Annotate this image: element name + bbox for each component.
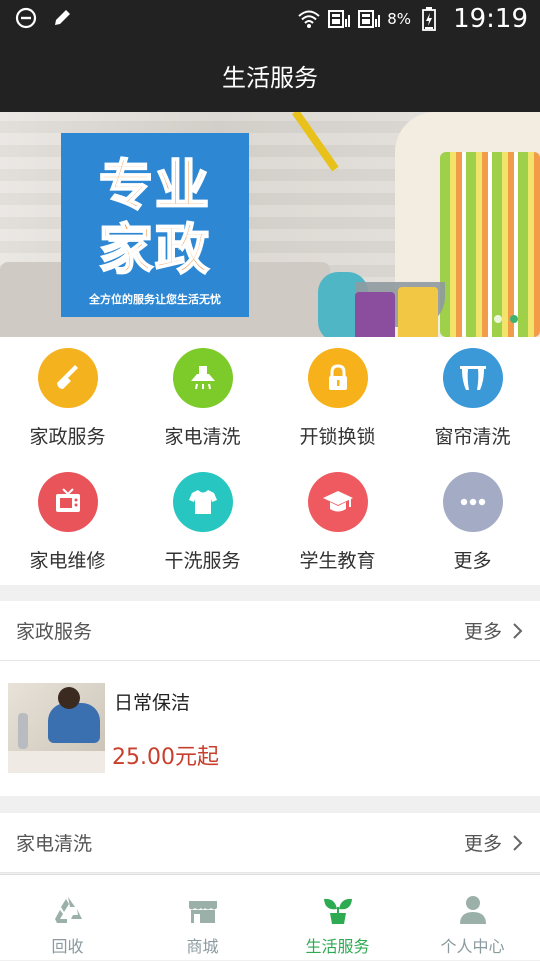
- banner-cloth-purple: [355, 292, 395, 337]
- tab-label: 商城: [186, 937, 219, 956]
- title-bar: 生活服务: [0, 38, 540, 112]
- promo-banner[interactable]: 专业 家政 全方位的服务让您生活无忧: [0, 112, 540, 337]
- battery-percent: 8%: [387, 10, 412, 28]
- banner-cloth-yellow: [398, 287, 438, 337]
- service-label: 开锁换锁: [299, 426, 376, 448]
- service-label: 干洗服务: [164, 550, 241, 572]
- tab-shop[interactable]: 商城: [135, 875, 270, 961]
- wifi-icon: [297, 7, 321, 31]
- banner-pager: [494, 315, 518, 323]
- pencil-icon: [50, 6, 74, 30]
- lock-icon: [307, 348, 368, 408]
- service-label: 窗帘清洗: [434, 426, 511, 448]
- tab-label: 生活服务: [305, 937, 370, 956]
- item-thumbnail: [8, 683, 105, 773]
- service-label: 家政服务: [29, 426, 106, 448]
- service-locksmith[interactable]: 开锁换锁: [270, 337, 405, 461]
- list-item[interactable]: 日常保洁 25.00元起: [0, 661, 540, 796]
- section-title: 家政服务: [16, 621, 93, 643]
- service-label: 更多: [453, 550, 492, 572]
- sim-signal-2-icon: [357, 7, 381, 31]
- item-name: 日常保洁: [114, 692, 191, 714]
- status-bar: 8% 19:19: [0, 0, 540, 38]
- tab-profile[interactable]: 个人中心: [405, 875, 540, 961]
- chevron-right-icon: [513, 622, 523, 639]
- service-appliance-cleaning[interactable]: 家电清洗: [135, 337, 270, 461]
- clock: 19:19: [453, 4, 528, 34]
- pager-dot[interactable]: [494, 315, 502, 323]
- tab-label: 回收: [51, 937, 84, 956]
- page-title: 生活服务: [222, 63, 318, 92]
- section-header: 家电清洗 更多: [0, 813, 540, 873]
- section-header: 家政服务 更多: [0, 601, 540, 661]
- graduation-cap-icon: [307, 472, 368, 532]
- tshirt-icon: [172, 472, 233, 532]
- tab-recycle[interactable]: 回收: [0, 875, 135, 961]
- item-price: 25.00元起: [112, 745, 219, 770]
- tv-repair-icon: [37, 472, 98, 532]
- recycle-icon: [51, 893, 85, 927]
- banner-headline-2: 家政: [98, 217, 211, 282]
- service-label: 学生教育: [299, 550, 376, 572]
- service-education[interactable]: 学生教育: [270, 461, 405, 585]
- broom-icon: [37, 348, 98, 408]
- range-hood-icon: [172, 348, 233, 408]
- tab-life-services[interactable]: 生活服务: [270, 875, 405, 961]
- sprout-icon: [321, 893, 355, 927]
- service-more[interactable]: 更多: [405, 461, 540, 585]
- chevron-right-icon: [513, 834, 523, 851]
- sim-signal-1-icon: [327, 7, 351, 31]
- shop-icon: [186, 893, 220, 927]
- service-label: 家电清洗: [164, 426, 241, 448]
- service-housekeeping[interactable]: 家政服务: [0, 337, 135, 461]
- service-appliance-repair[interactable]: 家电维修: [0, 461, 135, 585]
- more-label: 更多: [463, 621, 502, 643]
- banner-apron: [440, 152, 540, 337]
- do-not-disturb-icon: [14, 6, 38, 30]
- bottom-tab-bar: 回收 商城 生活服务 个人中心: [0, 874, 540, 960]
- service-grid: 家政服务 家电清洗 开锁换锁 窗帘清洗 家电维修 干洗服务 学生教育 更多: [0, 337, 540, 585]
- person-icon: [456, 893, 490, 927]
- curtain-icon: [442, 348, 503, 408]
- pager-dot-active[interactable]: [510, 315, 518, 323]
- section-title: 家电清洗: [16, 833, 93, 855]
- tab-label: 个人中心: [440, 937, 505, 956]
- section-more-link[interactable]: 更多: [464, 829, 524, 856]
- more-label: 更多: [463, 833, 502, 855]
- service-curtain-cleaning[interactable]: 窗帘清洗: [405, 337, 540, 461]
- more-dots-icon: [442, 472, 503, 532]
- section-more-link[interactable]: 更多: [464, 617, 524, 644]
- section-housekeeping: 家政服务 更多 日常保洁 25.00元起: [0, 601, 540, 796]
- battery-icon: [417, 7, 441, 31]
- service-dry-cleaning[interactable]: 干洗服务: [135, 461, 270, 585]
- banner-promo-box: 专业 家政 全方位的服务让您生活无忧: [61, 133, 249, 317]
- service-label: 家电维修: [29, 550, 106, 572]
- banner-tagline: 全方位的服务让您生活无忧: [89, 293, 221, 306]
- section-appliance-cleaning: 家电清洗 更多: [0, 813, 540, 873]
